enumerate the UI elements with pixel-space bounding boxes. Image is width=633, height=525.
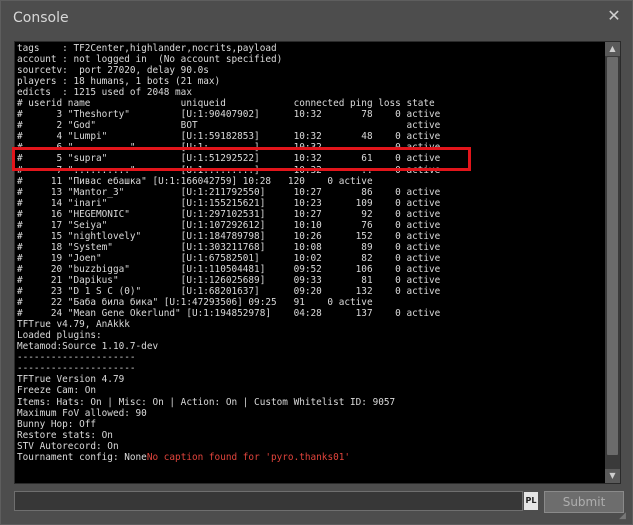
- console-output-panel[interactable]: tags : TF2Center,highlander,nocrits,payl…: [14, 41, 621, 484]
- console-line-text: # 22 "Баба била бика" [U:1:47293506] 09:…: [17, 297, 373, 309]
- console-line-text: ---------------------: [17, 352, 136, 364]
- console-line-text: # 6 ".........." [U:1:........] 10:32 ..…: [17, 142, 441, 154]
- console-output-text: tags : TF2Center,highlander,nocrits,payl…: [17, 43, 604, 483]
- console-line: Restore stats: On: [17, 430, 604, 441]
- close-icon[interactable]: ✕: [604, 6, 624, 26]
- console-line-text: # 19 "Joen" [U:1:67582501] 10:02 82 0 ac…: [17, 252, 441, 264]
- console-line-text: # 13 "Mantor_3" [U:1:211792550] 10:27 86…: [17, 186, 441, 198]
- console-line: account : not logged in (No account spec…: [17, 54, 604, 65]
- console-line-text: players : 18 humans, 1 bots (21 max): [17, 76, 221, 88]
- console-line-text: TFTrue v4.79, AnAkkk: [17, 319, 130, 331]
- console-line: # 20 "buzzbigga" [U:1:110504481] 09:52 1…: [17, 264, 604, 275]
- console-line: # 11 "Пивас ебашка" [U:1:166042759] 10:2…: [17, 176, 604, 187]
- submit-button[interactable]: Submit: [544, 491, 624, 513]
- console-line: Items: Hats: On | Misc: On | Action: On …: [17, 397, 604, 408]
- console-line: # 6 ".........." [U:1:........] 10:32 ..…: [17, 142, 604, 153]
- console-line-text: # 2 "God" BOT active: [17, 120, 441, 132]
- console-line: # 16 "HEGEMONIC" [U:1:297102531] 10:27 9…: [17, 209, 604, 220]
- console-line: Loaded plugins:: [17, 330, 604, 341]
- console-line-text: # 7 ".........." [U:1:........] 10:32 ..…: [17, 164, 441, 176]
- console-line: Tournament config: NoneNo caption found …: [17, 452, 604, 463]
- console-line: Bunny Hop: Off: [17, 419, 604, 430]
- console-line: # 15 "nightlovely" [U:1:184789798] 10:26…: [17, 231, 604, 242]
- console-window: Console ✕ tags : TF2Center,highlander,no…: [0, 0, 633, 525]
- console-line-text: Items: Hats: On | Misc: On | Action: On …: [17, 396, 396, 408]
- window-title: Console: [13, 10, 69, 26]
- scrollbar-thumb[interactable]: [607, 57, 618, 455]
- console-line-text: tags : TF2Center,highlander,nocrits,payl…: [17, 43, 277, 54]
- console-line-text: Bunny Hop: Off: [17, 418, 97, 430]
- console-line: # 2 "God" BOT active: [17, 120, 604, 131]
- console-line-text: # 21 "Dapikus" [U:1:126025689] 09:33 81 …: [17, 274, 441, 286]
- console-line: # 17 "Seiya" [U:1:107292612] 10:10 76 0 …: [17, 220, 604, 231]
- console-line: # 14 "inari" [U:1:155215621] 10:23 109 0…: [17, 198, 604, 209]
- console-line-text: # 17 "Seiya" [U:1:107292612] 10:10 76 0 …: [17, 219, 441, 231]
- console-line: # 22 "Баба била бика" [U:1:47293506] 09:…: [17, 297, 604, 308]
- scroll-down-arrow-icon[interactable]: ▼: [605, 469, 620, 483]
- console-line: # 18 "System" [U:1:303211768] 10:08 89 0…: [17, 242, 604, 253]
- console-line: Maximum FoV allowed: 90: [17, 408, 604, 419]
- console-line-text: # 23 "D 1 S C (0)" [U:1:68201637] 09:20 …: [17, 286, 441, 298]
- console-line: # 19 "Joen" [U:1:67582501] 10:02 82 0 ac…: [17, 253, 604, 264]
- console-line: Metamod:Source 1.10.7-dev: [17, 341, 604, 352]
- console-line-text: STV Autorecord: On: [17, 440, 119, 452]
- console-line-text: account : not logged in (No account spec…: [17, 54, 283, 66]
- console-line-text: Metamod:Source 1.10.7-dev: [17, 341, 159, 353]
- console-line-text: Maximum FoV allowed: 90: [17, 407, 147, 419]
- console-error-text: No caption found for 'pyro.thanks01': [146, 451, 351, 463]
- console-line-text: sourcetv: port 27020, delay 90.0s: [17, 65, 209, 77]
- console-line-text: ---------------------: [17, 363, 136, 375]
- command-input[interactable]: [14, 491, 523, 511]
- console-line: TFTrue v4.79, AnAkkk: [17, 319, 604, 330]
- console-line: ---------------------: [17, 363, 604, 374]
- console-line: # 5 "supra" [U:1:51292522] 10:32 61 0 ac…: [17, 153, 604, 164]
- console-line-text: # 24 "Mean Gene Okerlund" [U:1:194852978…: [17, 308, 441, 320]
- console-line: # 23 "D 1 S C (0)" [U:1:68201637] 09:20 …: [17, 286, 604, 297]
- console-line: STV Autorecord: On: [17, 441, 604, 452]
- console-line-text: # 11 "Пивас ебашка" [U:1:166042759] 10:2…: [17, 175, 373, 187]
- console-line-text: Loaded plugins:: [17, 330, 102, 342]
- console-line-text: # 16 "HEGEMONIC" [U:1:297102531] 10:27 9…: [17, 208, 441, 220]
- console-line-text: # 3 "Theshorty" [U:1:90407902] 10:32 78 …: [17, 109, 441, 121]
- console-line-text: edicts : 1215 used of 2048 max: [17, 87, 192, 99]
- console-line-text: TFTrue Version 4.79: [17, 374, 125, 386]
- console-line-text: Restore stats: On: [17, 429, 113, 441]
- console-line: TFTrue Version 4.79: [17, 374, 604, 385]
- scroll-up-arrow-icon[interactable]: ▲: [605, 42, 620, 56]
- input-language-badge: PL: [524, 492, 538, 510]
- console-line: # userid name uniqueid connected ping lo…: [17, 98, 604, 109]
- console-line-text: # 15 "nightlovely" [U:1:184789798] 10:26…: [17, 230, 441, 242]
- console-line-text: # 5 "supra" [U:1:51292522] 10:32 61 0 ac…: [17, 153, 441, 165]
- console-line-text: # 4 "Lumpi" [U:1:59182853] 10:32 48 0 ac…: [17, 131, 441, 143]
- console-line-text: # userid name uniqueid connected ping lo…: [17, 98, 435, 110]
- console-line-text: # 18 "System" [U:1:303211768] 10:08 89 0…: [17, 241, 441, 253]
- console-line: ---------------------: [17, 352, 604, 363]
- console-line-text: Tournament config: None: [17, 451, 147, 463]
- console-line: # 4 "Lumpi" [U:1:59182853] 10:32 48 0 ac…: [17, 131, 604, 142]
- console-line: sourcetv: port 27020, delay 90.0s: [17, 65, 604, 76]
- console-line-text: # 14 "inari" [U:1:155215621] 10:23 109 0…: [17, 197, 441, 209]
- console-line-text: Freeze Cam: On: [17, 385, 97, 397]
- console-line: # 24 "Mean Gene Okerlund" [U:1:194852978…: [17, 308, 604, 319]
- console-line: # 13 "Mantor_3" [U:1:211792550] 10:27 86…: [17, 187, 604, 198]
- console-line: edicts : 1215 used of 2048 max: [17, 87, 604, 98]
- console-line-text: # 20 "buzzbigga" [U:1:110504481] 09:52 1…: [17, 263, 441, 275]
- console-line: # 7 ".........." [U:1:........] 10:32 ..…: [17, 165, 604, 176]
- console-line: # 3 "Theshorty" [U:1:90407902] 10:32 78 …: [17, 109, 604, 120]
- console-line: players : 18 humans, 1 bots (21 max): [17, 76, 604, 87]
- console-line: tags : TF2Center,highlander,nocrits,payl…: [17, 43, 604, 54]
- vertical-scrollbar[interactable]: ▲ ▼: [605, 42, 620, 483]
- resize-grip-icon[interactable]: ◢: [619, 511, 629, 521]
- console-line: # 21 "Dapikus" [U:1:126025689] 09:33 81 …: [17, 275, 604, 286]
- console-line: Freeze Cam: On: [17, 385, 604, 396]
